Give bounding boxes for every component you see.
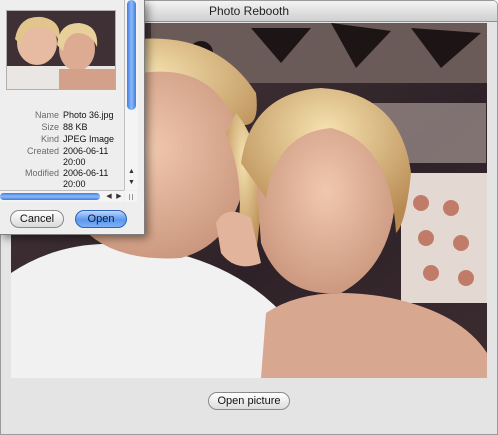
scroll-left-icon[interactable]: ◀ — [104, 191, 114, 202]
scroll-down-icon[interactable]: ▼ — [125, 177, 138, 188]
vertical-scroll-thumb[interactable] — [127, 0, 136, 110]
thumbnail-image — [7, 11, 115, 89]
info-label: Modified — [24, 168, 59, 178]
open-button[interactable]: Open — [75, 210, 127, 228]
resize-grip-icon[interactable] — [125, 191, 137, 202]
info-label: Size — [41, 122, 59, 132]
open-file-dialog: Name Photo 36.jpg Size 88 KB Kind JPEG I… — [0, 0, 145, 235]
vertical-scrollbar[interactable]: ▲ ▼ — [124, 0, 138, 190]
scroll-up-icon[interactable]: ▲ — [125, 166, 138, 177]
info-value: JPEG Image — [63, 134, 115, 144]
info-value: Photo 36.jpg — [63, 110, 114, 120]
horizontal-scrollbar[interactable]: ◀ ▶ — [0, 190, 124, 202]
info-label: Name — [34, 110, 59, 120]
horizontal-scroll-thumb[interactable] — [0, 193, 100, 200]
info-value: 2006-06-11 20:00 — [63, 146, 109, 167]
preview-thumbnail — [6, 10, 116, 90]
open-picture-button[interactable]: Open picture — [208, 392, 290, 410]
cancel-button[interactable]: Cancel — [10, 210, 64, 228]
scroll-right-icon[interactable]: ▶ — [114, 191, 124, 202]
info-label: Kind — [40, 134, 59, 144]
info-value: 88 KB — [63, 122, 88, 132]
info-label: Created — [26, 146, 59, 156]
info-value: 2006-06-11 20:00 — [63, 168, 109, 189]
